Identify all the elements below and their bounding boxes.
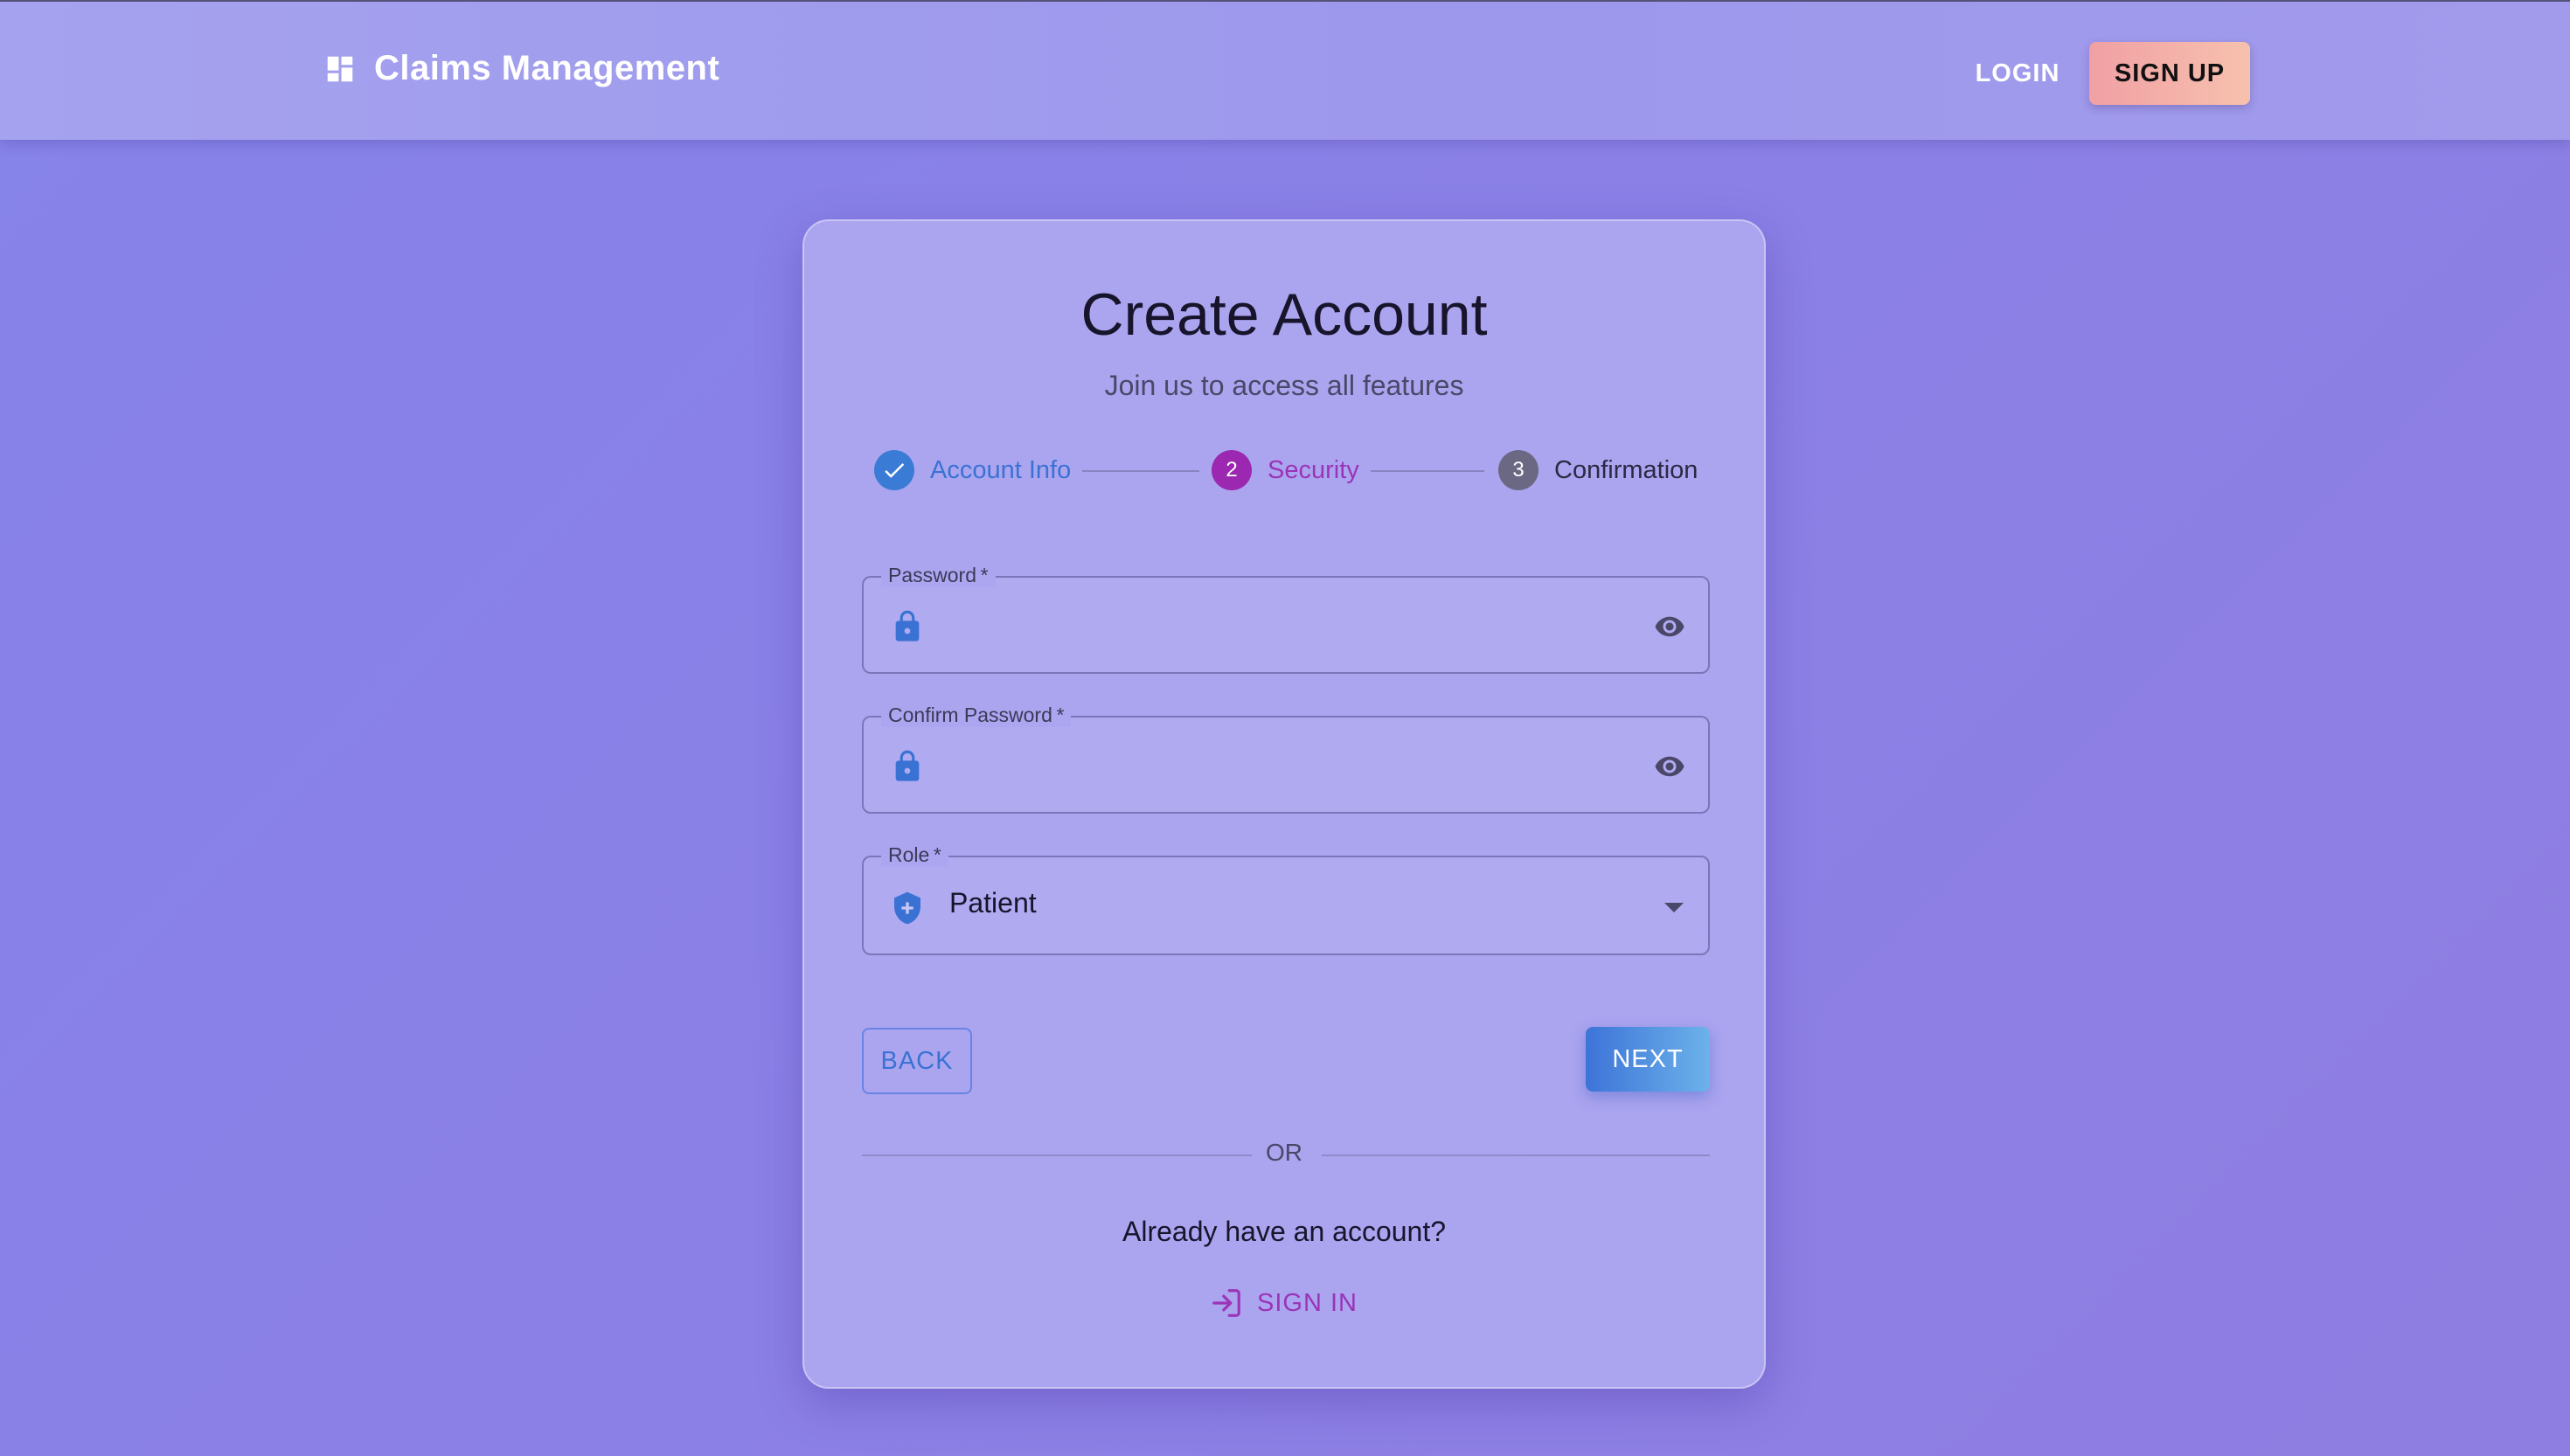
signup-card: Create Account Join us to access all fea… (802, 219, 1766, 1389)
confirm-password-field[interactable]: Confirm Password * (862, 704, 1710, 814)
step-number-circle: 3 (1498, 450, 1539, 490)
back-button[interactable]: BACK (862, 1028, 972, 1094)
login-icon (1212, 1289, 1240, 1317)
step-security: 2 Security (1212, 450, 1359, 490)
role-select[interactable]: Role * Patient (862, 843, 1710, 955)
confirm-password-input[interactable] (948, 740, 1621, 793)
role-label: Role * (881, 843, 948, 867)
card-subtitle: Join us to access all features (1104, 370, 1464, 401)
step-label-security: Security (1268, 455, 1359, 484)
confirm-password-label: Confirm Password * (881, 704, 1072, 727)
dashboard-icon (327, 56, 353, 81)
step-connector (1082, 470, 1199, 472)
app-bar: Claims Management LOGIN SIGN UP (0, 0, 2570, 140)
eye-icon[interactable] (1649, 611, 1691, 642)
or-text: OR (1266, 1139, 1302, 1166)
brand[interactable]: Claims Management (323, 49, 719, 88)
eye-icon[interactable] (1649, 751, 1691, 782)
shield-plus-icon (894, 891, 920, 925)
step-account-info: Account Info (874, 450, 1071, 490)
step-label-confirmation: Confirmation (1554, 455, 1698, 484)
next-button[interactable]: NEXT (1586, 1027, 1710, 1092)
step-number-circle: 2 (1212, 450, 1252, 490)
divider-right (1322, 1154, 1710, 1156)
password-field[interactable]: Password * (862, 564, 1710, 674)
step-complete-circle (874, 450, 914, 490)
lock-icon (895, 610, 920, 641)
card-title: Create Account (1080, 281, 1488, 348)
role-value: Patient (949, 887, 1037, 919)
login-button[interactable]: LOGIN (1958, 42, 2077, 105)
password-input[interactable] (948, 600, 1621, 653)
lock-icon (895, 750, 920, 781)
step-label-account-info: Account Info (930, 455, 1072, 484)
sign-in-link[interactable]: SIGN IN (1210, 1281, 1358, 1325)
step-connector (1371, 470, 1484, 472)
signup-button[interactable]: SIGN UP (2089, 42, 2250, 105)
step-confirmation: 3 Confirmation (1498, 450, 1698, 490)
password-label: Password * (881, 564, 996, 587)
sign-in-label: SIGN IN (1257, 1288, 1358, 1317)
already-have-account-text: Already have an account? (1122, 1216, 1447, 1247)
chevron-down-icon[interactable] (1664, 903, 1684, 912)
app-title: Claims Management (374, 49, 720, 87)
check-icon (885, 463, 905, 478)
